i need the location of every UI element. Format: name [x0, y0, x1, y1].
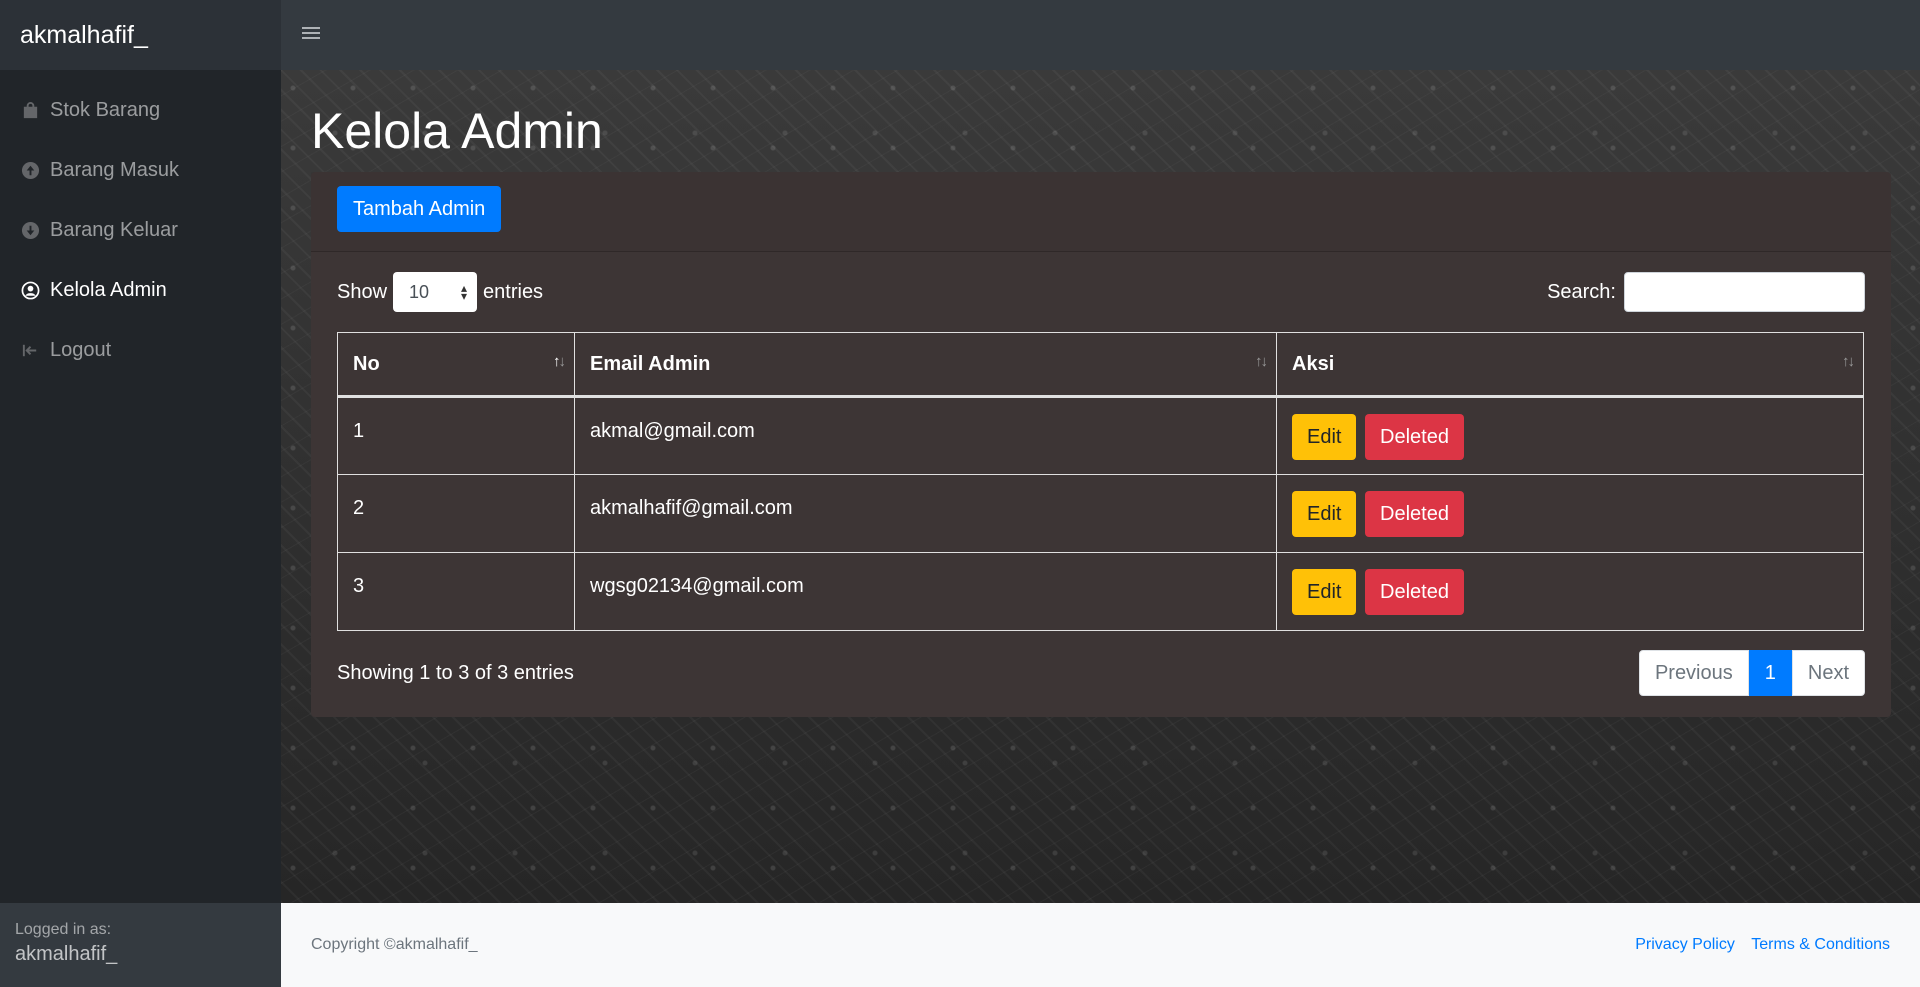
- user-circle-icon: [20, 280, 40, 300]
- logged-in-label: Logged in as:: [15, 921, 112, 938]
- terms-conditions-link[interactable]: Terms & Conditions: [1751, 936, 1890, 953]
- page-footer: Copyright ©akmalhafif_ Privacy Policy Te…: [281, 903, 1920, 987]
- sort-icon: ↑↓: [1255, 353, 1268, 370]
- page-1-button[interactable]: 1: [1748, 650, 1792, 696]
- sidebar-item-label: Barang Keluar: [50, 218, 178, 241]
- table-row: 3 wgsg02134@gmail.com Edit Deleted: [337, 552, 1864, 631]
- cell-no: 1: [337, 396, 575, 475]
- entries-select[interactable]: 10 ▴ ▾: [393, 272, 478, 312]
- sidebar-item-label: Barang Masuk: [50, 158, 179, 181]
- footer-links: Privacy Policy Terms & Conditions: [1623, 936, 1890, 954]
- column-header-no[interactable]: No ↑↓: [337, 332, 575, 398]
- cell-email: akmalhafif@gmail.com: [574, 474, 1277, 553]
- privacy-policy-link[interactable]: Privacy Policy: [1635, 936, 1735, 953]
- admin-table: No ↑↓ Email Admin ↑↓ Aksi ↑↓ 1 akmal@gma…: [337, 332, 1864, 631]
- sidebar-footer: Logged in as: akmalhafif_: [0, 903, 281, 987]
- sort-asc-icon: ↑↓: [553, 353, 566, 370]
- column-header-email[interactable]: Email Admin ↑↓: [574, 332, 1277, 398]
- card-body: Show 10 ▴ ▾ entries Search: No ↑↓ Email …: [311, 252, 1891, 715]
- top-navbar: akmalhafif_: [0, 0, 1920, 70]
- entries-length-control: Show 10 ▴ ▾ entries: [337, 272, 543, 312]
- table-header-row: No ↑↓ Email Admin ↑↓ Aksi ↑↓: [337, 332, 1864, 398]
- sidebar-item-stok-barang[interactable]: Stok Barang: [0, 80, 281, 140]
- sidebar-item-label: Kelola Admin: [50, 278, 167, 301]
- table-row: 1 akmal@gmail.com Edit Deleted: [337, 396, 1864, 475]
- page-title: Kelola Admin: [311, 103, 603, 159]
- delete-button[interactable]: Deleted: [1365, 414, 1464, 460]
- cell-no: 2: [337, 474, 575, 553]
- select-caret-icon: ▴ ▾: [461, 281, 468, 303]
- edit-button[interactable]: Edit: [1292, 414, 1357, 460]
- next-page-button[interactable]: Next: [1791, 650, 1865, 696]
- sidebar-toggle-button[interactable]: [291, 15, 331, 55]
- pagination: Previous 1 Next: [1638, 650, 1865, 696]
- column-label: No: [353, 352, 380, 375]
- cell-actions: Edit Deleted: [1276, 396, 1864, 475]
- cell-no: 3: [337, 552, 575, 631]
- sort-icon: ↑↓: [1842, 353, 1855, 370]
- delete-button[interactable]: Deleted: [1365, 569, 1464, 615]
- edit-button[interactable]: Edit: [1292, 491, 1357, 537]
- datatable-controls: Show 10 ▴ ▾ entries Search:: [337, 252, 1865, 332]
- cell-actions: Edit Deleted: [1276, 474, 1864, 553]
- entries-select-value: 10: [409, 281, 430, 302]
- main-content: Kelola Admin Tambah Admin Show 10 ▴ ▾ ent…: [281, 70, 1920, 903]
- sidebar-item-kelola-admin[interactable]: Kelola Admin: [0, 260, 281, 320]
- sidebar-item-barang-keluar[interactable]: Barang Keluar: [0, 200, 281, 260]
- logout-icon: [20, 340, 40, 360]
- column-header-aksi[interactable]: Aksi ↑↓: [1276, 332, 1864, 398]
- brand-name[interactable]: akmalhafif_: [0, 0, 281, 70]
- search-label: Search:: [1547, 280, 1616, 303]
- sidebar-item-label: Logout: [50, 338, 112, 361]
- sidebar-menu: Stok Barang Barang Masuk Barang Keluar K…: [0, 70, 281, 380]
- logged-in-user: akmalhafif_: [15, 943, 118, 965]
- sidebar: Stok Barang Barang Masuk Barang Keluar K…: [0, 70, 281, 987]
- sidebar-item-label: Stok Barang: [50, 98, 161, 121]
- search-control: Search:: [1547, 272, 1865, 312]
- entries-label: entries: [483, 280, 544, 303]
- admin-card: Tambah Admin Show 10 ▴▾ entries Search:: [311, 172, 1891, 717]
- card-header: Tambah Admin: [311, 172, 1891, 252]
- show-label: Show: [337, 280, 388, 303]
- add-admin-button[interactable]: Tambah Admin: [337, 186, 502, 232]
- arrow-up-circle-icon: [20, 160, 40, 180]
- datatable-footer: Showing 1 to 3 of 3 entries Previous 1 N…: [337, 631, 1865, 715]
- column-label: Email Admin: [590, 352, 711, 375]
- sidebar-item-barang-masuk[interactable]: Barang Masuk: [0, 140, 281, 200]
- cell-email: wgsg02134@gmail.com: [574, 552, 1277, 631]
- cell-actions: Edit Deleted: [1276, 552, 1864, 631]
- delete-button[interactable]: Deleted: [1365, 491, 1464, 537]
- search-input[interactable]: [1624, 272, 1865, 312]
- cell-email: akmal@gmail.com: [574, 396, 1277, 475]
- edit-button[interactable]: Edit: [1292, 569, 1357, 615]
- previous-page-button[interactable]: Previous: [1638, 650, 1749, 696]
- arrow-down-circle-icon: [20, 220, 40, 240]
- table-row: 2 akmalhafif@gmail.com Edit Deleted: [337, 474, 1864, 553]
- sidebar-item-logout[interactable]: Logout: [0, 320, 281, 380]
- hamburger-icon: [302, 24, 320, 47]
- column-label: Aksi: [1292, 352, 1335, 375]
- table-info: Showing 1 to 3 of 3 entries: [337, 661, 574, 684]
- bag-icon: [20, 100, 40, 120]
- copyright-text: Copyright ©akmalhafif_: [311, 936, 478, 953]
